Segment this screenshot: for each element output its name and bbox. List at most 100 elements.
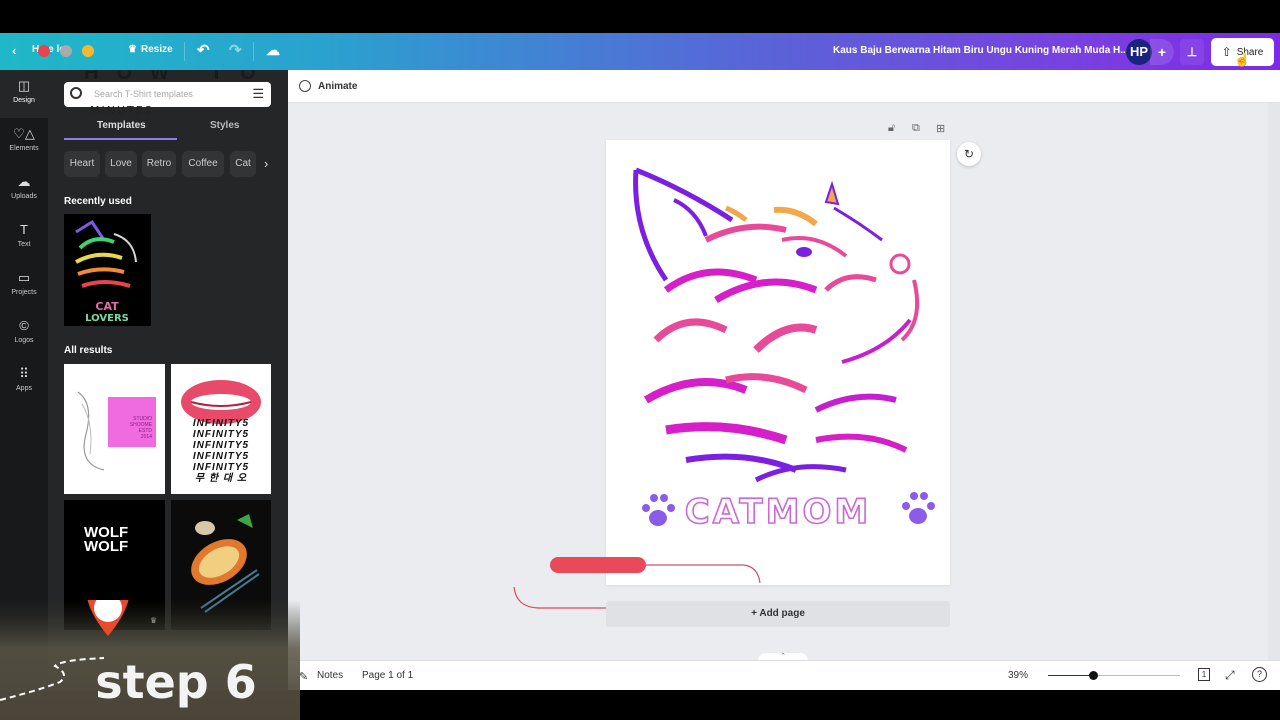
lock-icon[interactable]: 🔓︎ (888, 122, 895, 135)
zoom-level[interactable]: 39% (1008, 670, 1028, 681)
animate-icon (299, 80, 311, 92)
vertical-scrollbar[interactable] (1268, 103, 1280, 660)
add-page-icon[interactable]: ⊞ (936, 122, 945, 135)
cat-ear-left (633, 169, 669, 282)
paw-left-icon (642, 494, 675, 526)
canvas-area: Animate 🔓︎ ⧉ ⊞ CATMOM ↻ + Add page ⌃ ✎ N… (288, 70, 1280, 690)
duplicate-page-icon[interactable]: ⧉ (912, 122, 920, 135)
hand-cursor-icon: ☝ (1234, 52, 1251, 67)
fullscreen-icon[interactable]: ⤢ (1225, 668, 1235, 683)
template-studio-tiger[interactable]: STUDIO SHOOME ESTD 2014 (64, 364, 165, 494)
apps-grid-icon: ⠿ (19, 366, 29, 381)
recent-thumb-line2: LOVERS (85, 313, 129, 324)
animate-button[interactable]: Animate (318, 81, 357, 92)
rail-item-design[interactable]: ◫ Design (0, 70, 48, 118)
chip-love[interactable]: Love (105, 151, 137, 177)
templates-panel: HOW TO Search T-Shirt templates ☰ MINUTE… (48, 70, 288, 690)
elements-icon: ♡△ (13, 126, 35, 141)
page-grid-view-button[interactable]: 1 (1198, 668, 1210, 681)
zoom-slider-knob[interactable] (1088, 671, 1098, 680)
cat-lovers-art: CAT LOVERS (75, 219, 137, 324)
rail-item-uploads[interactable]: ☁ Uploads (0, 166, 48, 214)
search-input[interactable]: Search T-Shirt templates ☰ MINUTES (64, 82, 271, 117)
all-results-heading: All results (64, 345, 113, 356)
recent-thumb-line1: CAT (95, 300, 119, 313)
chip-retro[interactable]: Retro (142, 151, 176, 177)
avatar[interactable]: HP (1126, 39, 1152, 65)
page-indicator[interactable]: Page 1 of 1 (362, 670, 413, 681)
overlay-grey-dot (60, 45, 72, 57)
filter-sliders-icon[interactable]: ☰ (252, 87, 264, 101)
zoom-slider[interactable] (1048, 671, 1180, 680)
resize-button[interactable]: ♛ Resize (128, 44, 173, 55)
add-page-button[interactable]: + Add page (606, 601, 950, 627)
design-icon: ◫ (17, 78, 31, 93)
cat-illustration: CATMOM (633, 167, 935, 533)
cloud-saved-icon[interactable]: ☁ (266, 42, 280, 59)
share-upload-icon: ⇧ (1221, 45, 1232, 59)
rail-item-apps[interactable]: ⠿ Apps (0, 358, 48, 406)
editor-topbar: ‹ Ho e le ♛ Resize ↶ ↷ ☁ Kaus Baju Berwa… (0, 33, 1280, 70)
back-chevron-icon[interactable]: ‹ (12, 43, 26, 59)
paw-right-icon (902, 492, 935, 524)
recent-template-cat-lovers[interactable]: CAT LOVERS (64, 214, 151, 326)
catmom-text: CATMOM (685, 492, 871, 532)
active-tab-indicator (64, 138, 177, 140)
chip-heart[interactable]: Heart (64, 151, 100, 177)
resize-label: Resize (140, 44, 173, 55)
rail-label: Apps (16, 385, 32, 392)
upload-cloud-icon: ☁ (17, 174, 31, 189)
zoom-slider-fill (1048, 675, 1093, 676)
overlay-red-pill (550, 557, 646, 573)
infinity-text: INFINITY5 INFINITY5 INFINITY5 INFINITY5 INFI… (192, 418, 250, 484)
regenerate-comment-icon[interactable]: ↻ (957, 142, 981, 166)
studio-text: STUDIO SHOOME ESTD 2014 (129, 416, 152, 440)
chip-coffee[interactable]: Coffee (182, 151, 224, 177)
search-placeholder: Search T-Shirt templates (94, 89, 193, 99)
redo-icon[interactable]: ↷ (229, 41, 242, 59)
template-food[interactable] (171, 500, 271, 630)
food-art (191, 514, 260, 613)
side-rail: ◫ Design ♡△ Elements ☁ Uploads T Text ▭ … (0, 70, 48, 690)
rail-label: Text (17, 241, 31, 248)
rail-item-elements[interactable]: ♡△ Elements (0, 118, 48, 166)
text-icon: T (20, 222, 28, 237)
divider (184, 42, 185, 61)
rail-label: Design (13, 97, 35, 104)
notes-button[interactable]: Notes (317, 670, 343, 681)
template-infinity5[interactable]: INFINITY5 INFINITY5 INFINITY5 INFINITY5 INFI… (171, 364, 271, 494)
rail-label: Uploads (11, 193, 37, 200)
rail-label: Logos (14, 337, 34, 344)
rail-item-text[interactable]: T Text (0, 214, 48, 262)
wolf-text: WOLF WOLF (84, 524, 129, 555)
invite-plus-button[interactable]: + (1150, 39, 1174, 65)
tab-styles[interactable]: Styles (210, 120, 239, 131)
rail-label: Projects (11, 289, 37, 296)
keyword-chips: Heart Love Retro Coffee Cat › (64, 151, 279, 177)
rail-item-projects[interactable]: ▭ Projects (0, 262, 48, 310)
help-icon[interactable]: ? (1252, 667, 1267, 682)
crown-icon: ♛ (128, 44, 137, 55)
document-title[interactable]: Kaus Baju Berwarna Hitam Biru Ungu Kunin… (833, 45, 1129, 56)
chip-cat[interactable]: Cat (230, 151, 256, 177)
chevron-right-icon[interactable]: › (264, 156, 268, 171)
template-wolf[interactable]: WOLF WOLF ♛ (64, 500, 165, 630)
context-toolbar: Animate (288, 70, 1280, 103)
panel-tabs: Templates Styles (64, 114, 271, 140)
premium-crown-icon: ♛ (150, 616, 158, 625)
notes-icon: ✎ (299, 671, 309, 683)
search-icon (70, 87, 82, 99)
overlay-red-dot (38, 45, 50, 57)
logo-icon: © (19, 318, 29, 333)
recently-used-heading: Recently used (64, 196, 132, 207)
undo-icon[interactable]: ↶ (197, 41, 210, 59)
insights-chart-icon[interactable]: ⊥ (1180, 39, 1204, 65)
overlay-yellow-dot (82, 45, 94, 57)
rail-item-logos[interactable]: © Logos (0, 310, 48, 358)
design-page[interactable]: CATMOM (606, 140, 950, 585)
screen: ‹ Ho e le ♛ Resize ↶ ↷ ☁ Kaus Baju Berwa… (0, 0, 1280, 720)
folder-icon: ▭ (17, 270, 31, 285)
bottom-bar: ✎ Notes Page 1 of 1 39% 1 ⤢ ? (288, 660, 1280, 690)
divider (253, 42, 254, 61)
tab-templates[interactable]: Templates (97, 120, 146, 131)
